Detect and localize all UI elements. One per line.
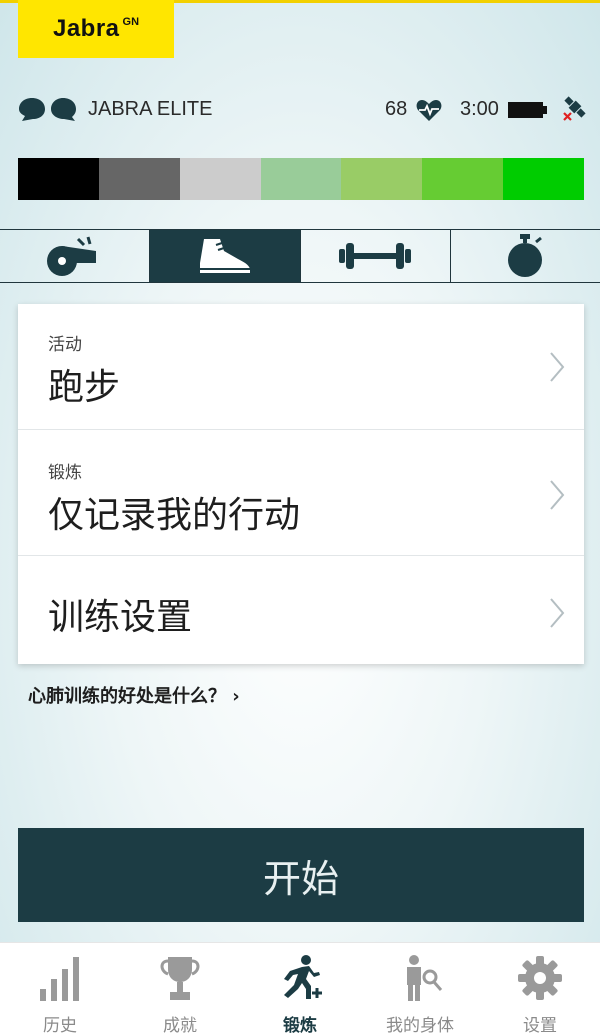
chevron-right-icon: [550, 480, 565, 510]
bar-chart-icon: [40, 957, 79, 1001]
battery-icon: [508, 102, 547, 118]
chevron-right-icon: [550, 598, 565, 628]
workout-value: 仅记录我的行动: [48, 495, 301, 536]
whistle-icon: [46, 236, 96, 276]
training-settings-row[interactable]: 训练设置: [18, 556, 584, 664]
zone-6: [422, 158, 504, 200]
tab-strength[interactable]: [301, 230, 451, 282]
nav-item-my-body[interactable]: 我的身体: [360, 943, 480, 1034]
nav-item-settings[interactable]: 设置: [480, 943, 600, 1034]
zone-3: [179, 158, 261, 200]
cardio-benefits-link[interactable]: 心肺训练的好处是什么？ ›: [28, 682, 240, 708]
chevron-right-icon: [550, 352, 565, 382]
nav-label-achievements: 成就: [163, 1016, 197, 1034]
training-settings-label: 训练设置: [48, 597, 193, 638]
activity-row[interactable]: 活动 跑步: [18, 304, 584, 430]
jabra-logo: Jabra GN: [18, 0, 174, 58]
tab-coach[interactable]: [0, 230, 151, 282]
nav-label-history: 历史: [43, 1016, 77, 1034]
battery-time-value: 3:00: [460, 98, 499, 120]
activity-value: 跑步: [48, 367, 121, 408]
workout-label: 锻炼: [48, 463, 82, 483]
running-shoe-icon: [199, 239, 250, 273]
workout-settings-card: 活动 跑步 锻炼 仅记录我的行动 训练设置: [18, 304, 584, 664]
nav-label-my-body: 我的身体: [386, 1016, 454, 1034]
nav-item-history[interactable]: 历史: [0, 943, 120, 1034]
zone-4: [260, 158, 342, 200]
body-measure-icon: [407, 955, 443, 1001]
heart-rate-value: 68: [385, 98, 408, 120]
zone-2: [98, 158, 180, 200]
bottom-navigation: 历史 成就 锻炼 我的身体 设置: [0, 942, 600, 1034]
logo-sup: GN: [122, 16, 140, 28]
zone-5: [341, 158, 423, 200]
logo-text: Jabra: [52, 15, 120, 42]
activity-label: 活动: [48, 335, 82, 355]
zone-7: [503, 158, 585, 200]
device-status-bar: JABRA ELITE 68 3:00: [0, 88, 600, 130]
start-button[interactable]: 开始: [18, 828, 584, 922]
nav-label-workout: 锻炼: [283, 1016, 317, 1034]
nav-label-settings: 设置: [523, 1016, 557, 1034]
dumbbell-icon: [339, 243, 412, 269]
workout-row[interactable]: 锻炼 仅记录我的行动: [18, 430, 584, 556]
nav-item-workout[interactable]: 锻炼: [240, 943, 360, 1034]
zone-1: [18, 158, 99, 200]
nav-item-achievements[interactable]: 成就: [120, 943, 240, 1034]
runner-plus-icon: [284, 955, 322, 999]
trophy-icon: [160, 957, 200, 1000]
speech-bubbles-icon: [19, 98, 76, 121]
heart-rate-icon: [416, 100, 442, 121]
tab-timer[interactable]: [451, 230, 600, 282]
gear-icon: [518, 956, 562, 1000]
device-name: JABRA ELITE: [88, 98, 213, 120]
stopwatch-icon: [508, 234, 543, 277]
heart-rate-zones-bar: [18, 158, 585, 200]
tab-running[interactable]: [150, 230, 301, 282]
gps-off-icon: [563, 96, 586, 121]
workout-mode-tabs: [0, 229, 600, 283]
